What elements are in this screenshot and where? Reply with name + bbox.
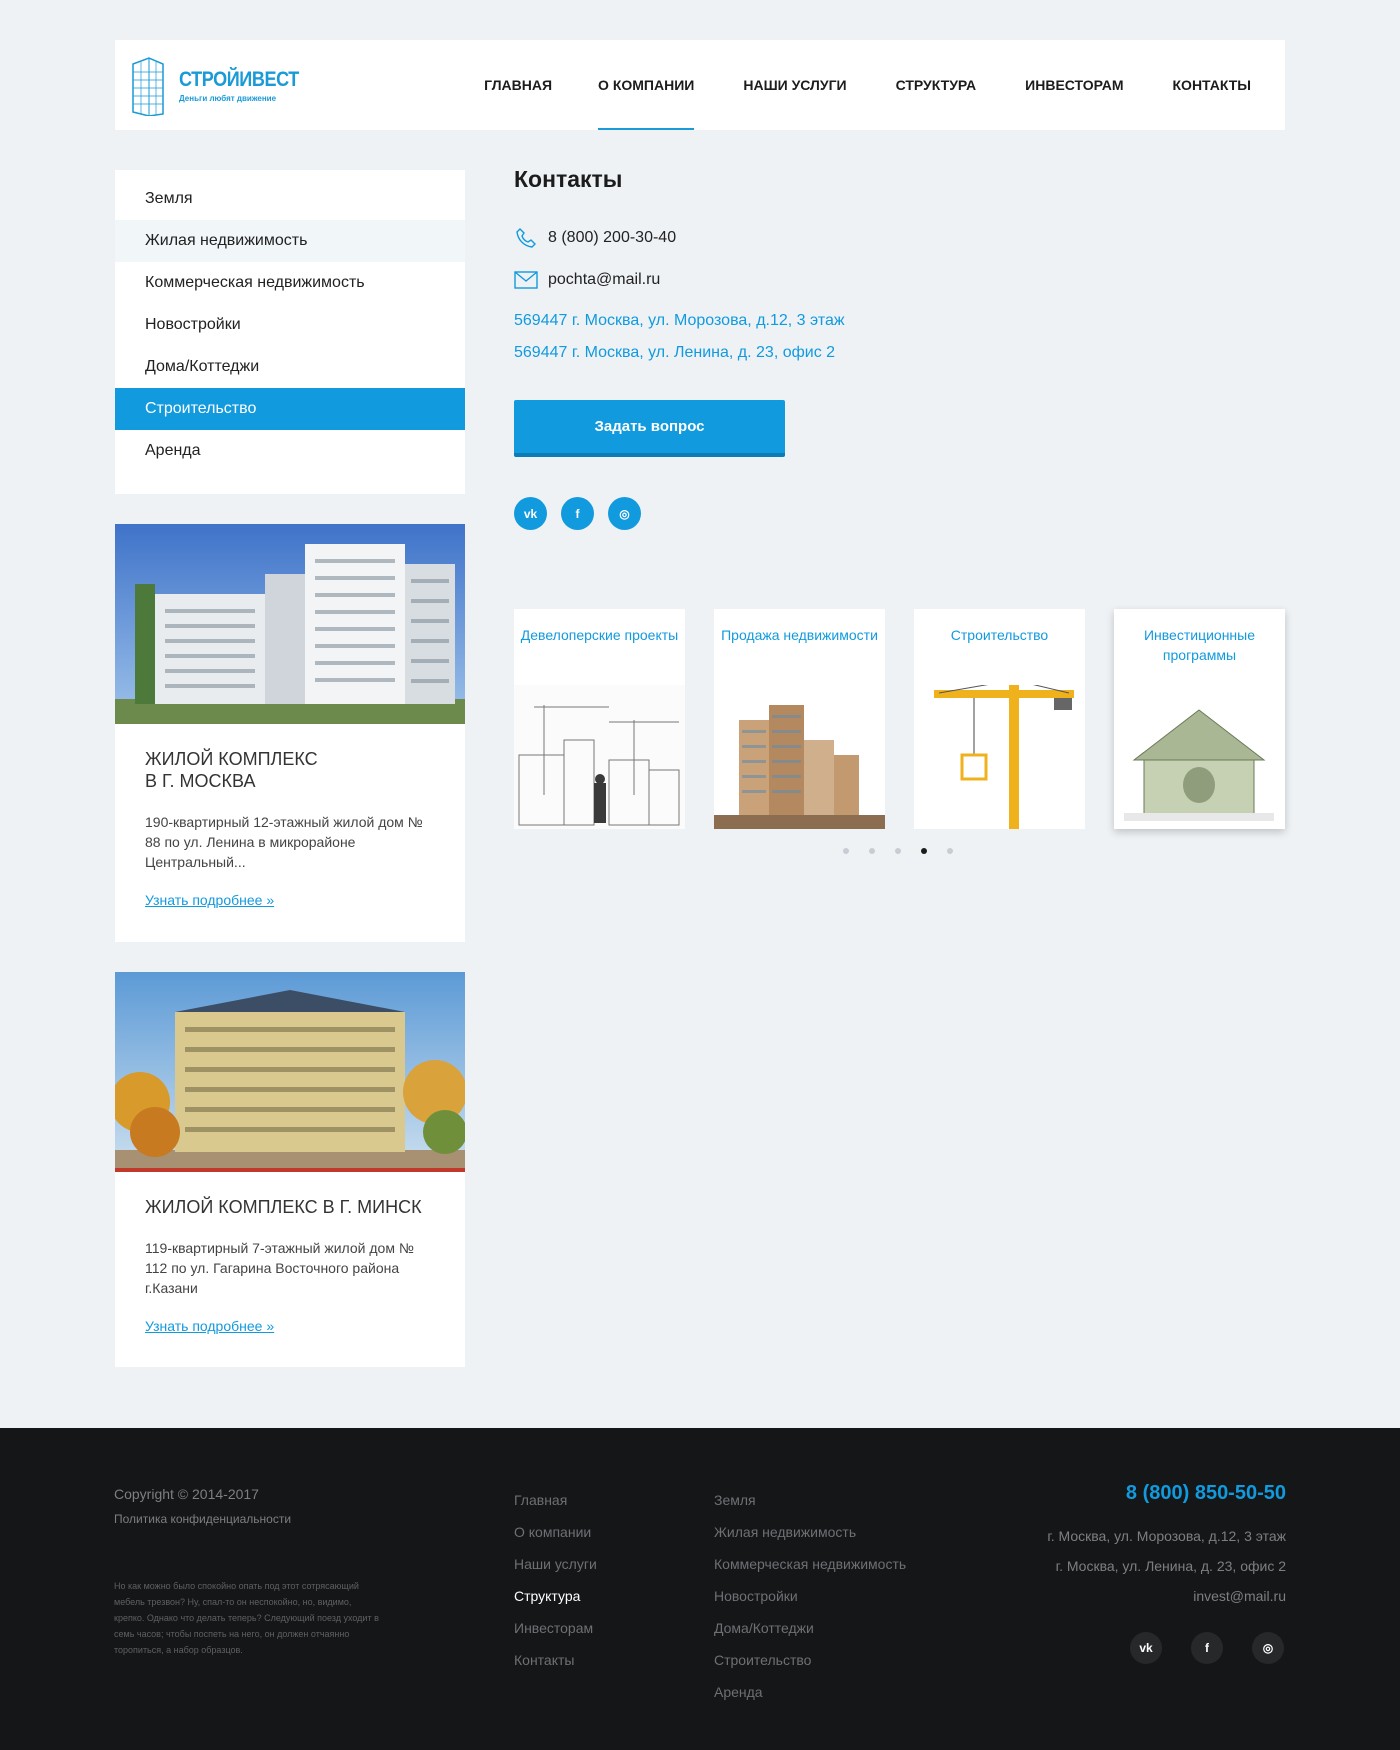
- main-nav: ГЛАВНАЯ О КОМПАНИИ НАШИ УСЛУГИ СТРУКТУРА…: [484, 40, 1285, 130]
- carousel-dot[interactable]: [843, 848, 849, 854]
- phone-icon: [514, 226, 538, 250]
- project-title: ЖИЛОЙ КОМПЛЕКС В Г. МОСКВА: [145, 749, 318, 791]
- footer-link-structure[interactable]: Структура: [514, 1580, 597, 1612]
- email-address[interactable]: pochta@mail.ru: [548, 271, 660, 289]
- project-card: ЖИЛОЙ КОМПЛЕКС В Г. МОСКВА 190-квартирны…: [115, 524, 465, 942]
- footer-phone[interactable]: 8 (800) 850-50-50: [1126, 1482, 1286, 1505]
- sketch-image: [514, 685, 685, 829]
- nav-home[interactable]: ГЛАВНАЯ: [484, 40, 552, 130]
- learn-more-link[interactable]: Узнать подробнее »: [145, 892, 274, 908]
- footer-link-about[interactable]: О компании: [514, 1516, 597, 1548]
- footer-link-investors[interactable]: Инвесторам: [514, 1612, 597, 1644]
- vk-icon[interactable]: vk: [1130, 1632, 1162, 1664]
- mail-icon: [514, 268, 538, 292]
- service-tile-development[interactable]: Девелоперские проекты: [514, 609, 685, 829]
- footer-link-residential[interactable]: Жилая недвижимость: [714, 1516, 906, 1548]
- address-line: 569447 г. Москва, ул. Ленина, д. 23, офи…: [514, 344, 836, 361]
- facebook-icon[interactable]: f: [1191, 1632, 1223, 1664]
- carousel-dot-active[interactable]: [921, 848, 927, 854]
- service-tile-investment[interactable]: Инвестиционные программы: [1114, 609, 1285, 829]
- nav-contacts[interactable]: КОНТАКТЫ: [1173, 40, 1251, 130]
- logo-tagline: Деньги любят движение: [179, 94, 277, 103]
- footer-description: Но как можно было спокойно опать под это…: [114, 1581, 379, 1655]
- sidebar-item-new-buildings[interactable]: Новостройки: [115, 304, 465, 346]
- crane-image: [914, 685, 1085, 829]
- learn-more-link[interactable]: Узнать подробнее »: [145, 1318, 274, 1334]
- nav-structure[interactable]: СТРУКТУРА: [896, 40, 977, 130]
- logo-title: СТРОЙИВЕСТ: [179, 68, 299, 91]
- carousel-dots: [843, 848, 973, 854]
- service-label: Строительство: [950, 627, 1049, 643]
- project-description: 190-квартирный 12-этажный жилой дом № 88…: [145, 814, 423, 870]
- project-image[interactable]: [115, 524, 465, 724]
- facebook-icon[interactable]: f: [561, 497, 594, 530]
- sidebar-item-commercial[interactable]: Коммерческая недвижимость: [115, 262, 465, 304]
- project-description: 119-квартирный 7-этажный жилой дом № 112…: [145, 1240, 414, 1296]
- footer-categories: Земля Жилая недвижимость Коммерческая не…: [714, 1484, 906, 1708]
- towers-image: [714, 685, 885, 829]
- instagram-icon[interactable]: ◎: [1252, 1632, 1284, 1664]
- address-line: 569447 г. Москва, ул. Морозова, д.12, 3 …: [514, 312, 845, 329]
- sidebar-menu: Земля Жилая недвижимость Коммерческая не…: [115, 170, 465, 494]
- footer-nav: Главная О компании Наши услуги Структура…: [514, 1484, 597, 1676]
- sidebar-item-construction[interactable]: Строительство: [115, 388, 465, 430]
- site-footer: Copyright © 2014-2017 Политика конфиденц…: [0, 1428, 1400, 1750]
- project-image[interactable]: [115, 972, 465, 1172]
- carousel-dot[interactable]: [947, 848, 953, 854]
- copyright: Copyright © 2014-2017: [114, 1486, 259, 1502]
- sidebar-item-rent[interactable]: Аренда: [115, 430, 465, 472]
- service-tile-construction[interactable]: Строительство: [914, 609, 1085, 829]
- footer-link-home[interactable]: Главная: [514, 1484, 597, 1516]
- footer-email[interactable]: invest@mail.ru: [1193, 1588, 1286, 1604]
- service-tile-sales[interactable]: Продажа недвижимости: [714, 609, 885, 829]
- carousel-dot[interactable]: [895, 848, 901, 854]
- nav-about[interactable]: О КОМПАНИИ: [598, 40, 695, 130]
- footer-link-houses[interactable]: Дома/Коттеджи: [714, 1612, 906, 1644]
- site-header: СТРОЙИВЕСТ Деньги любят движение ГЛАВНАЯ…: [115, 40, 1285, 130]
- instagram-icon[interactable]: ◎: [608, 497, 641, 530]
- nav-services[interactable]: НАШИ УСЛУГИ: [743, 40, 846, 130]
- service-label: Девелоперские проекты: [520, 627, 679, 643]
- footer-link-land[interactable]: Земля: [714, 1484, 906, 1516]
- carousel-dot[interactable]: [869, 848, 875, 854]
- footer-address: г. Москва, ул. Ленина, д. 23, офис 2: [1055, 1558, 1286, 1574]
- project-card: ЖИЛОЙ КОМПЛЕКС В Г. МИНСК 119-квартирный…: [115, 972, 465, 1367]
- page-title: Контакты: [514, 166, 623, 192]
- phone-row: 8 (800) 200-30-40: [514, 226, 676, 250]
- money-house-image: [1114, 685, 1285, 829]
- project-title: ЖИЛОЙ КОМПЛЕКС В Г. МИНСК: [145, 1197, 422, 1217]
- sidebar-item-residential[interactable]: Жилая недвижимость: [115, 220, 465, 262]
- footer-link-new-buildings[interactable]: Новостройки: [714, 1580, 906, 1612]
- service-label: Инвестиционные программы: [1143, 627, 1256, 663]
- vk-icon[interactable]: vk: [514, 497, 547, 530]
- phone-number[interactable]: 8 (800) 200-30-40: [548, 229, 676, 247]
- privacy-policy-link[interactable]: Политика конфиденциальности: [114, 1512, 291, 1526]
- nav-investors[interactable]: ИНВЕСТОРАМ: [1025, 40, 1123, 130]
- logo[interactable]: СТРОЙИВЕСТ Деньги любят движение: [129, 54, 299, 118]
- building-logo-icon: [132, 57, 164, 116]
- footer-link-services[interactable]: Наши услуги: [514, 1548, 597, 1580]
- footer-link-commercial[interactable]: Коммерческая недвижимость: [714, 1548, 906, 1580]
- footer-link-contacts[interactable]: Контакты: [514, 1644, 597, 1676]
- sidebar-item-land[interactable]: Земля: [115, 178, 465, 220]
- footer-address: г. Москва, ул. Морозова, д.12, 3 этаж: [1047, 1528, 1286, 1544]
- ask-question-button[interactable]: Задать вопрос: [514, 400, 785, 457]
- email-row: pochta@mail.ru: [514, 268, 660, 292]
- service-label: Продажа недвижимости: [721, 627, 878, 643]
- sidebar-item-houses[interactable]: Дома/Коттеджи: [115, 346, 465, 388]
- footer-link-rent[interactable]: Аренда: [714, 1676, 906, 1708]
- footer-link-construction[interactable]: Строительство: [714, 1644, 906, 1676]
